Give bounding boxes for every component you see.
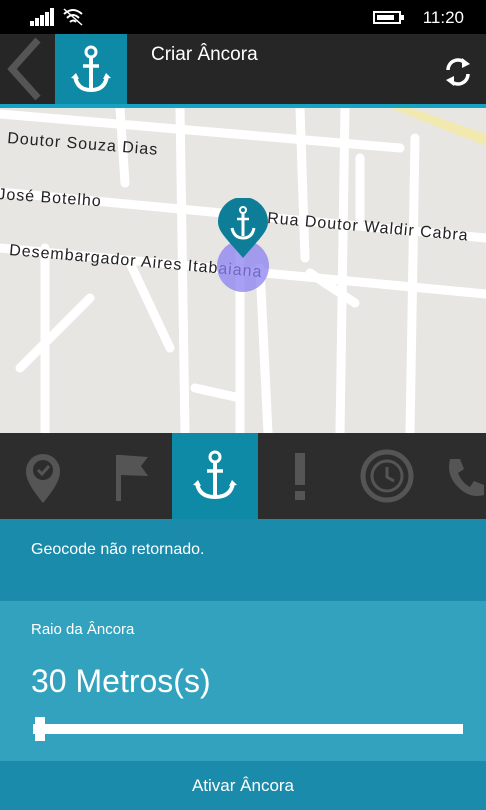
- status-bar: 11:20: [0, 0, 486, 34]
- tab-anchor[interactable]: [172, 433, 258, 519]
- radius-slider[interactable]: [33, 717, 463, 741]
- history-icon: [360, 449, 414, 503]
- anchor-radius-panel: Raio da Âncora 30 Metros(s): [0, 601, 486, 761]
- tab-phone[interactable]: [430, 433, 486, 519]
- back-button[interactable]: [0, 34, 52, 104]
- slider-thumb[interactable]: [35, 717, 46, 741]
- anchor-pin-icon[interactable]: [208, 198, 278, 298]
- tab-alert[interactable]: [258, 433, 344, 519]
- tab-history[interactable]: [344, 433, 430, 519]
- geocode-info-panel: Geocode não retornado.: [0, 519, 486, 601]
- flag-icon: [116, 455, 148, 501]
- activate-anchor-button[interactable]: Ativar Âncora: [0, 761, 486, 810]
- signal-strength-icon: [30, 8, 54, 26]
- exclamation-icon: [295, 453, 305, 500]
- location-check-icon: [26, 454, 60, 503]
- anchor-icon: [71, 45, 111, 93]
- radius-label: Raio da Âncora: [31, 621, 135, 638]
- page-title: Criar Âncora: [151, 44, 258, 65]
- anchor-icon: [193, 450, 237, 500]
- header-anchor-tile: [55, 34, 127, 104]
- phone-icon: [449, 459, 484, 496]
- app-header: Criar Âncora: [0, 34, 486, 104]
- status-time: 11:20: [422, 8, 464, 27]
- tab-flag[interactable]: [86, 433, 172, 519]
- refresh-icon[interactable]: [440, 54, 476, 90]
- battery-icon: [373, 11, 404, 24]
- map-view[interactable]: Doutor Souza Dias José Botelho Rua Douto…: [0, 108, 486, 433]
- wifi-icon: [63, 8, 83, 26]
- radius-value: 30 Metros(s): [31, 663, 211, 699]
- geocode-message: Geocode não retornado.: [31, 541, 205, 558]
- tab-bar: [0, 433, 486, 519]
- chevron-left-icon: [7, 37, 41, 101]
- slider-track[interactable]: [33, 724, 463, 734]
- tab-location[interactable]: [0, 433, 86, 519]
- activate-anchor-label: Ativar Âncora: [191, 776, 295, 795]
